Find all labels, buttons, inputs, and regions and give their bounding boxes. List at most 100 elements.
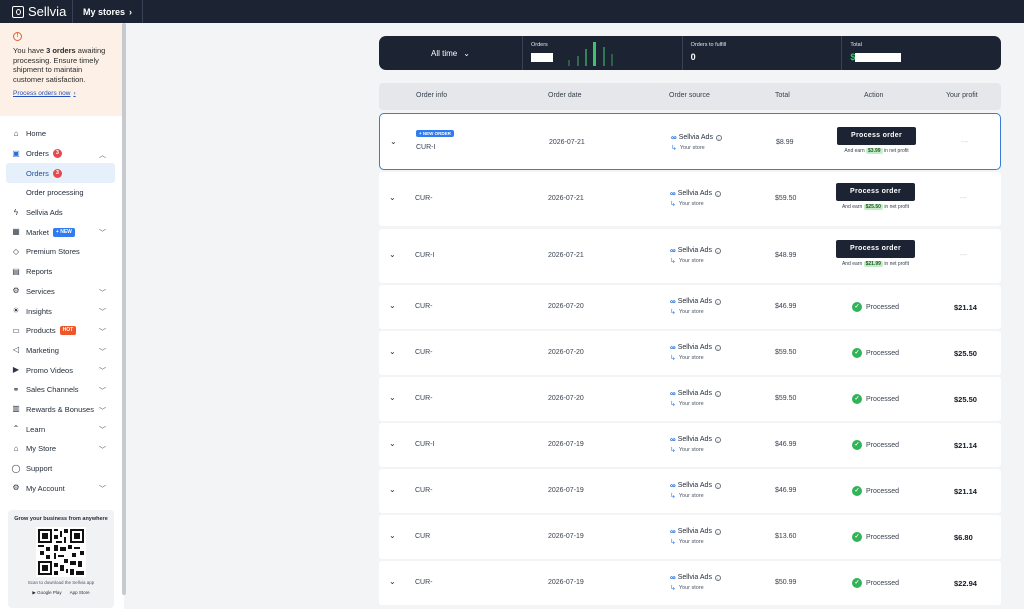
info-icon[interactable]: i <box>714 574 721 581</box>
sidebar-item-premium-stores[interactable]: ◇ Premium Stores <box>0 242 122 262</box>
expand-row-chevron-icon[interactable]: ⌄ <box>389 531 396 540</box>
chevron-down-icon: ﹀ <box>99 230 106 238</box>
order-date: 2026-07-19 <box>548 533 584 540</box>
sidebar-item-label: Marketing <box>26 345 59 355</box>
sidebar-item-label: Orders <box>26 149 49 159</box>
chevron-down-icon: ﹀ <box>99 328 106 336</box>
chevron-down-icon: ﹀ <box>99 309 106 317</box>
info-icon[interactable]: i <box>715 134 722 141</box>
table-row[interactable]: ⌄ CUR- 2026-07-20 ∞ Sellvia Ads i ↳ Your stor… <box>379 377 1001 421</box>
info-icon[interactable]: i <box>714 390 721 397</box>
process-order-button[interactable]: Process order <box>836 183 915 201</box>
check-circle-icon: ✓ <box>852 440 862 450</box>
table-row[interactable]: ⌄ CUR- 2026-07-20 ∞ Sellvia Ads i ↳ Your stor… <box>379 331 1001 375</box>
table-row[interactable]: ⌄ CUR- 2026-07-21 ∞ Sellvia Ads i ↳ Your stor… <box>379 172 1001 226</box>
expand-row-chevron-icon[interactable]: ⌄ <box>389 393 396 402</box>
source-store: Your store <box>678 539 704 545</box>
order-id: CUR- <box>415 349 433 356</box>
table-row[interactable]: ⌄ CUR-I 2026-07-19 ∞ Sellvia Ads i ↳ Your sto… <box>379 423 1001 467</box>
info-icon[interactable]: i <box>714 190 721 197</box>
sidebar-item-home[interactable]: ⌂ Home <box>0 124 122 144</box>
expand-row-chevron-icon[interactable]: ⌄ <box>389 347 396 356</box>
info-icon[interactable]: i <box>714 344 721 351</box>
sidebar-item-market[interactable]: ▦ Market + NEW ﹀ <box>0 222 122 242</box>
sidebar-item-services[interactable]: ⚙ Services ﹀ <box>0 282 122 302</box>
processed-label: Processed <box>866 349 900 357</box>
header-your-profit: Your profit <box>946 92 978 99</box>
expand-row-chevron-icon[interactable]: ⌄ <box>389 193 396 202</box>
app-store-button[interactable]: App Store <box>70 590 90 596</box>
sidebar-item-rewards[interactable]: ▥ Rewards & Bonuses ﹀ <box>0 400 122 420</box>
order-date: 2026-07-21 <box>549 139 585 146</box>
expand-row-chevron-icon[interactable]: ⌄ <box>389 301 396 310</box>
redirect-arrow-icon: ↳ <box>670 258 676 265</box>
table-row[interactable]: ⌄ CUR- 2026-07-19 ∞ Sellvia Ads i ↳ Your stor… <box>379 469 1001 513</box>
info-icon[interactable]: i <box>714 528 721 535</box>
sidebar-item-marketing[interactable]: ◁ Marketing ﹀ <box>0 341 122 361</box>
table-row[interactable]: ⌄ CUR-I 2026-07-21 ∞ Sellvia Ads i ↳ Your sto… <box>379 229 1001 283</box>
order-total: $46.99 <box>775 441 797 448</box>
lightbulb-icon: ☀ <box>12 306 20 316</box>
header-order-source: Order source <box>669 92 710 99</box>
earn-note: And earn $21.99 in net profit <box>836 261 915 267</box>
expand-row-chevron-icon[interactable]: ⌄ <box>390 137 397 146</box>
order-date: 2026-07-19 <box>548 487 584 494</box>
sidebar-item-label: Support <box>26 464 53 474</box>
sidebar-item-promo-videos[interactable]: ▶ Promo Videos ﹀ <box>0 360 122 380</box>
sidebar-item-sales-channels[interactable]: ⚭ Sales Channels ﹀ <box>0 380 122 400</box>
info-icon[interactable]: i <box>714 436 721 443</box>
process-orders-link[interactable]: Process orders now › <box>13 89 76 99</box>
chevron-down-icon: ﹀ <box>99 348 106 356</box>
sidebar-item-reports[interactable]: ▤ Reports <box>0 262 122 282</box>
sidebar-item-my-store[interactable]: ⌂ My Store ﹀ <box>0 439 122 459</box>
sidebar-subitem-order-processing[interactable]: Order processing <box>0 183 122 203</box>
order-id: CUR-I <box>415 252 435 259</box>
sidebar-item-products[interactable]: ▭ Products HOT ﹀ <box>0 321 122 341</box>
order-profit: $6.80 <box>954 533 973 542</box>
orders-to-fulfill-value: 0 <box>690 52 696 62</box>
table-row[interactable]: ⌄ CUR 2026-07-19 ∞ Sellvia Ads i ↳ Your store… <box>379 515 1001 559</box>
chevron-right-icon: › <box>73 90 76 97</box>
source-store: Your store <box>678 401 704 407</box>
source-name: Sellvia Ads <box>677 247 712 254</box>
process-order-button[interactable]: Process order <box>837 127 916 145</box>
source-store: Your store <box>678 201 704 207</box>
graduation-cap-icon: ⌃ <box>12 424 20 434</box>
info-icon[interactable]: i <box>714 482 721 489</box>
my-stores-button[interactable]: My stores › <box>73 0 144 23</box>
info-icon[interactable]: i <box>714 247 721 254</box>
order-profit: $25.50 <box>954 395 977 404</box>
sidebar-item-sellvia-ads[interactable]: ϟ Sellvia Ads <box>0 203 122 223</box>
meta-logo-icon: ∞ <box>670 435 676 444</box>
order-source: ∞ Sellvia Ads i ↳ Your store <box>670 297 721 316</box>
market-icon: ▦ <box>12 227 20 237</box>
sidebar-item-learn[interactable]: ⌃ Learn ﹀ <box>0 419 122 439</box>
order-source: ∞ Sellvia Ads i ↳ Your store <box>670 389 721 408</box>
sidebar-item-support[interactable]: ◯ Support <box>0 459 122 479</box>
order-total: $59.50 <box>775 195 797 202</box>
processed-label: Processed <box>866 395 900 403</box>
info-icon[interactable]: i <box>714 298 721 305</box>
order-date: 2026-07-20 <box>548 395 584 402</box>
header-order-date: Order date <box>548 92 582 99</box>
sidebar-item-my-account[interactable]: ⚙ My Account ﹀ <box>0 478 122 498</box>
expand-row-chevron-icon[interactable]: ⌄ <box>389 439 396 448</box>
brand-logo[interactable]: Sellvia <box>0 0 73 23</box>
expand-row-chevron-icon[interactable]: ⌄ <box>389 250 396 259</box>
table-row[interactable]: ⌄ + NEW ORDER CUR-I 2026-07-21 ∞ Sellvia Ads… <box>379 113 1001 170</box>
alert-message: You have 3 orders awaiting processing. E… <box>13 46 112 84</box>
table-row[interactable]: ⌄ CUR- 2026-07-20 ∞ Sellvia Ads i ↳ Your stor… <box>379 285 1001 329</box>
sidebar-scrollbar[interactable] <box>122 23 126 595</box>
alert-count: 3 orders <box>46 46 76 55</box>
table-row[interactable]: ⌄ CUR- 2026-07-19 ∞ Sellvia Ads i ↳ Your stor… <box>379 561 1001 605</box>
google-play-button[interactable]: ▶ Google Play <box>32 590 61 596</box>
source-name: Sellvia Ads <box>677 390 712 397</box>
process-order-button[interactable]: Process order <box>836 240 915 258</box>
app-store-label: App Store <box>69 590 90 595</box>
sidebar-item-insights[interactable]: ☀ Insights ﹀ <box>0 301 122 321</box>
expand-row-chevron-icon[interactable]: ⌄ <box>389 577 396 586</box>
time-filter-dropdown[interactable]: All time ⌄ <box>379 36 523 70</box>
expand-row-chevron-icon[interactable]: ⌄ <box>389 485 396 494</box>
sidebar-item-orders[interactable]: ▣ Orders 3 ︿ <box>0 144 122 164</box>
sidebar-subitem-orders[interactable]: Orders 3 <box>6 163 115 184</box>
